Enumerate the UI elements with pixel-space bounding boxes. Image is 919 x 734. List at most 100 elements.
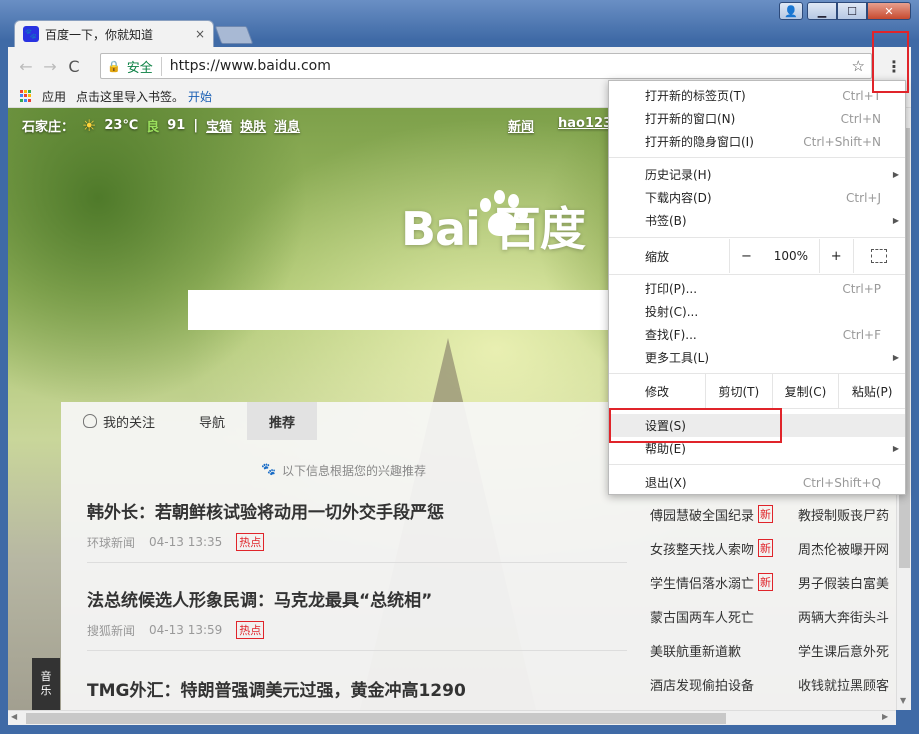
news-source: 环球新闻 — [87, 535, 136, 550]
paw-small-icon: 🐾 — [261, 462, 276, 476]
reload-icon[interactable]: C — [62, 54, 86, 78]
trend-item[interactable]: 酒店发现偷拍设备 — [650, 675, 798, 694]
tab-navigation[interactable]: 导航 — [177, 402, 247, 440]
trend-text[interactable]: 傅园慧破全国纪录 — [650, 505, 754, 524]
news-time: 04-13 13:59 — [149, 623, 223, 637]
background-trees-left — [8, 108, 308, 408]
news-item[interactable]: 法总统候选人形象民调：马克龙最具“总统相” 搜狐新闻 04-13 13:59 热… — [87, 586, 627, 639]
trend-item[interactable]: 两辆大奔街头斗 — [798, 607, 896, 626]
menu-label: 打开新的隐身窗口(I) — [645, 135, 754, 149]
trend-row: 酒店发现偷拍设备 收钱就拉黑顾客 — [650, 667, 896, 701]
address-bar[interactable]: 🔒 安全 https://www.baidu.com ☆ — [100, 53, 872, 79]
trend-text[interactable]: 学生情侣落水溺亡 — [650, 573, 754, 592]
zoom-out-button[interactable]: − — [729, 239, 763, 273]
trend-item[interactable]: 学生情侣落水溺亡新 — [650, 573, 798, 592]
trend-item[interactable]: 教授制贩丧尸药 — [798, 505, 896, 524]
trend-text[interactable]: 酒店发现偷拍设备 — [650, 675, 754, 694]
hot-badge: 热点 — [236, 533, 265, 551]
news-headline[interactable]: TMG外汇：特朗普强调美元过强，黄金冲高1290 — [87, 676, 627, 701]
start-import-link[interactable]: 开始 — [188, 88, 212, 105]
menu-more-tools[interactable]: 更多工具(L) ▶ — [609, 346, 905, 369]
trend-item[interactable]: 男子假装白富美 — [798, 573, 896, 592]
menu-find[interactable]: 查找(F)... Ctrl+F — [609, 323, 905, 346]
trend-item[interactable]: 傅园慧破全国纪录新 — [650, 505, 798, 524]
maximize-button[interactable]: ☐ — [837, 2, 867, 20]
url-text[interactable]: https://www.baidu.com — [170, 58, 852, 74]
menu-bookmarks[interactable]: 书签(B) ▶ — [609, 209, 905, 232]
menu-history[interactable]: 历史记录(H) ▶ — [609, 163, 905, 186]
horizontal-scrollbar[interactable]: ◀ ▶ — [8, 710, 896, 725]
menu-divider — [609, 464, 905, 465]
music-button[interactable]: 音 乐 — [32, 658, 60, 710]
paste-button[interactable]: 粘贴(P) — [838, 374, 905, 408]
menu-shortcut: Ctrl+Shift+N — [803, 134, 881, 149]
menu-print[interactable]: 打印(P)... Ctrl+P — [609, 277, 905, 300]
news-headline[interactable]: 韩外长：若朝鲜核试验将动用一切外交手段严惩 — [87, 498, 627, 523]
trend-item[interactable]: 收钱就拉黑顾客 — [798, 675, 896, 694]
news-item[interactable]: TMG外汇：特朗普强调美元过强，黄金冲高1290 — [87, 676, 627, 701]
trend-item[interactable]: 周杰伦被曝开网 — [798, 539, 896, 558]
import-bookmarks-hint: 点击这里导入书签。 — [76, 89, 185, 104]
back-icon[interactable]: ← — [14, 54, 38, 78]
trend-row: 蒙古国两车人死亡 两辆大奔街头斗 — [650, 599, 896, 633]
search-input[interactable] — [188, 290, 618, 330]
link-messages[interactable]: 消息 — [274, 116, 300, 135]
news-item[interactable]: 韩外长：若朝鲜核试验将动用一切外交手段严惩 环球新闻 04-13 13:35 热… — [87, 498, 627, 551]
sun-icon: ☀ — [82, 116, 97, 135]
trend-item[interactable]: 蒙古国两车人死亡 — [650, 607, 798, 626]
trend-item[interactable]: 学生课后意外死 — [798, 641, 896, 660]
highlight-settings-item — [609, 408, 782, 443]
scroll-right-icon[interactable]: ▶ — [882, 712, 888, 721]
user-icon[interactable]: 👤 — [779, 2, 803, 20]
menu-new-tab[interactable]: 打开新的标签页(T) Ctrl+T — [609, 84, 905, 107]
cut-button[interactable]: 剪切(T) — [705, 374, 772, 408]
menu-exit[interactable]: 退出(X) Ctrl+Shift+Q — [609, 471, 905, 494]
browser-tab[interactable]: 🐾 百度一下，你就知道 × — [14, 20, 214, 47]
trend-row: 女孩整天找人索吻新 周杰伦被曝开网 — [650, 531, 896, 565]
trend-item[interactable]: 美联航重新道歉 — [650, 641, 798, 660]
tab-label: 推荐 — [269, 415, 296, 431]
bookmark-star-icon[interactable]: ☆ — [852, 57, 865, 75]
menu-label: 更多工具(L) — [645, 351, 710, 365]
temperature: 23℃ — [104, 118, 139, 133]
menu-new-window[interactable]: 打开新的窗口(N) Ctrl+N — [609, 107, 905, 130]
horizontal-scroll-thumb[interactable] — [26, 713, 726, 724]
apps-link[interactable]: 应用 — [42, 88, 66, 105]
menu-label: 打印(P)... — [645, 282, 698, 296]
news-headline[interactable]: 法总统候选人形象民调：马克龙最具“总统相” — [87, 586, 627, 611]
menu-incognito[interactable]: 打开新的隐身窗口(I) Ctrl+Shift+N — [609, 130, 905, 153]
apps-grid-icon[interactable] — [20, 90, 32, 102]
trend-item[interactable]: 女孩整天找人索吻新 — [650, 539, 798, 558]
city-label[interactable]: 石家庄： — [22, 116, 74, 135]
link-treasure[interactable]: 宝箱 — [206, 116, 232, 135]
fullscreen-icon[interactable] — [852, 239, 905, 273]
link-hao123[interactable]: hao123 — [558, 116, 612, 135]
copy-button[interactable]: 复制(C) — [771, 374, 839, 408]
trend-row: 傅园慧破全国纪录新 教授制贩丧尸药 — [650, 497, 896, 531]
trend-text[interactable]: 美联航重新道歉 — [650, 641, 741, 660]
new-badge: 新 — [758, 505, 774, 523]
close-window-button[interactable]: ✕ — [867, 2, 911, 20]
zoom-in-button[interactable]: + — [818, 239, 853, 273]
link-news[interactable]: 新闻 — [508, 116, 534, 135]
tab-recommend[interactable]: 推荐 — [247, 402, 318, 440]
new-tab-button[interactable] — [214, 26, 254, 44]
minimize-button[interactable]: ▁ — [807, 2, 837, 20]
tab-close-icon[interactable]: × — [195, 27, 205, 41]
trend-text[interactable]: 蒙古国两车人死亡 — [650, 607, 754, 626]
separator: | — [193, 118, 199, 133]
news-source: 搜狐新闻 — [87, 623, 136, 638]
news-divider — [87, 650, 627, 651]
menu-downloads[interactable]: 下载内容(D) Ctrl+J — [609, 186, 905, 209]
forward-icon[interactable]: → — [38, 54, 62, 78]
menu-divider — [609, 237, 905, 238]
menu-cast[interactable]: 投射(C)... — [609, 300, 905, 323]
submenu-arrow-icon: ▶ — [892, 353, 899, 362]
scroll-left-icon[interactable]: ◀ — [11, 712, 17, 721]
menu-shortcut: Ctrl+Shift+Q — [802, 475, 881, 490]
menu-shortcut: Ctrl+P — [842, 281, 881, 296]
tab-my-follow[interactable]: 我的关注 — [61, 402, 177, 440]
trend-text[interactable]: 女孩整天找人索吻 — [650, 539, 754, 558]
scroll-down-icon[interactable]: ▼ — [900, 696, 906, 705]
link-skin[interactable]: 换肤 — [240, 116, 266, 135]
